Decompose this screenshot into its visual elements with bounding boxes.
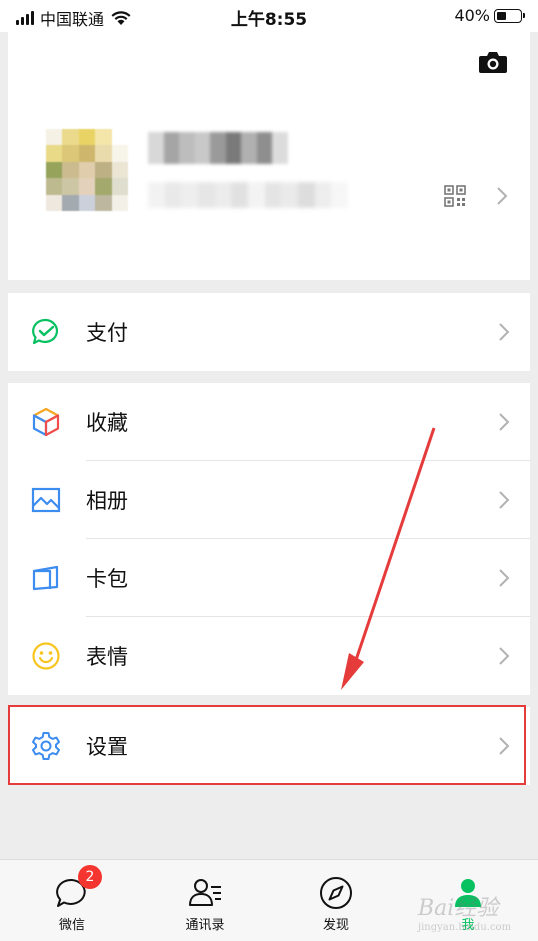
battery-fill xyxy=(497,11,506,20)
chevron-right-icon xyxy=(499,647,510,665)
menu-label-pay: 支付 xyxy=(86,321,128,345)
tab-icon-chats: 2 xyxy=(54,865,102,911)
chevron-right-icon xyxy=(497,187,508,205)
favorites-cube-icon xyxy=(32,407,60,437)
tab-contacts[interactable]: 通讯录 xyxy=(155,860,255,941)
album-picture-icon xyxy=(31,487,61,513)
profile-card[interactable] xyxy=(8,32,530,280)
wechat-id-mosaic xyxy=(148,182,348,208)
smiley-icon xyxy=(32,642,60,670)
tab-chats[interactable]: 2 微信 xyxy=(22,860,122,941)
status-bar: 中国联通 上午8:55 40% xyxy=(0,0,538,32)
menu-label-album: 相册 xyxy=(86,489,128,513)
tab-icon-contacts xyxy=(187,875,223,911)
unread-badge: 2 xyxy=(78,865,102,889)
chevron-right-icon xyxy=(499,491,510,509)
compass-icon xyxy=(320,877,352,909)
tab-label-chats: 微信 xyxy=(58,918,85,933)
status-right: 40% xyxy=(454,6,525,25)
battery-icon xyxy=(494,8,525,23)
camera-icon[interactable] xyxy=(478,50,508,74)
gear-icon xyxy=(32,732,60,760)
menu-item-cards[interactable]: 卡包 xyxy=(8,539,530,617)
menu-item-settings[interactable]: 设置 xyxy=(8,707,530,785)
tab-label-discover: 发现 xyxy=(322,918,349,933)
menu-label-settings: 设置 xyxy=(86,735,128,759)
nickname-mosaic xyxy=(148,132,288,164)
contacts-icon xyxy=(189,879,221,906)
watermark-subtext: jingyan.baidu.com xyxy=(418,922,512,933)
baidu-watermark: Bai经验 jingyan.baidu.com xyxy=(418,890,511,933)
chevron-right-icon xyxy=(499,413,510,431)
menu-item-pay[interactable]: 支付 xyxy=(8,293,530,371)
group-settings: 设置 xyxy=(8,707,530,785)
chevron-right-icon xyxy=(499,569,510,587)
menu-label-favorites: 收藏 xyxy=(86,411,128,435)
battery-percent: 40% xyxy=(454,6,490,25)
tab-label-contacts: 通讯录 xyxy=(185,918,225,933)
menu-label-stickers: 表情 xyxy=(86,645,128,669)
chevron-right-icon xyxy=(499,737,510,755)
pay-icon xyxy=(32,318,59,345)
group-content: 收藏 相册 卡包 表情 xyxy=(8,383,530,695)
group-pay: 支付 xyxy=(8,293,530,371)
menu-item-album[interactable]: 相册 xyxy=(8,461,530,539)
card-wallet-icon xyxy=(32,565,59,591)
menu-label-cards: 卡包 xyxy=(86,567,128,591)
qr-code-icon[interactable] xyxy=(444,185,466,207)
tab-icon-discover xyxy=(318,875,354,911)
chevron-right-icon xyxy=(499,323,510,341)
menu-item-stickers[interactable]: 表情 xyxy=(8,617,530,695)
menu-item-favorites[interactable]: 收藏 xyxy=(8,383,530,461)
tab-discover[interactable]: 发现 xyxy=(286,860,386,941)
watermark-text: Bai经验 xyxy=(418,896,499,921)
avatar[interactable] xyxy=(46,129,128,211)
